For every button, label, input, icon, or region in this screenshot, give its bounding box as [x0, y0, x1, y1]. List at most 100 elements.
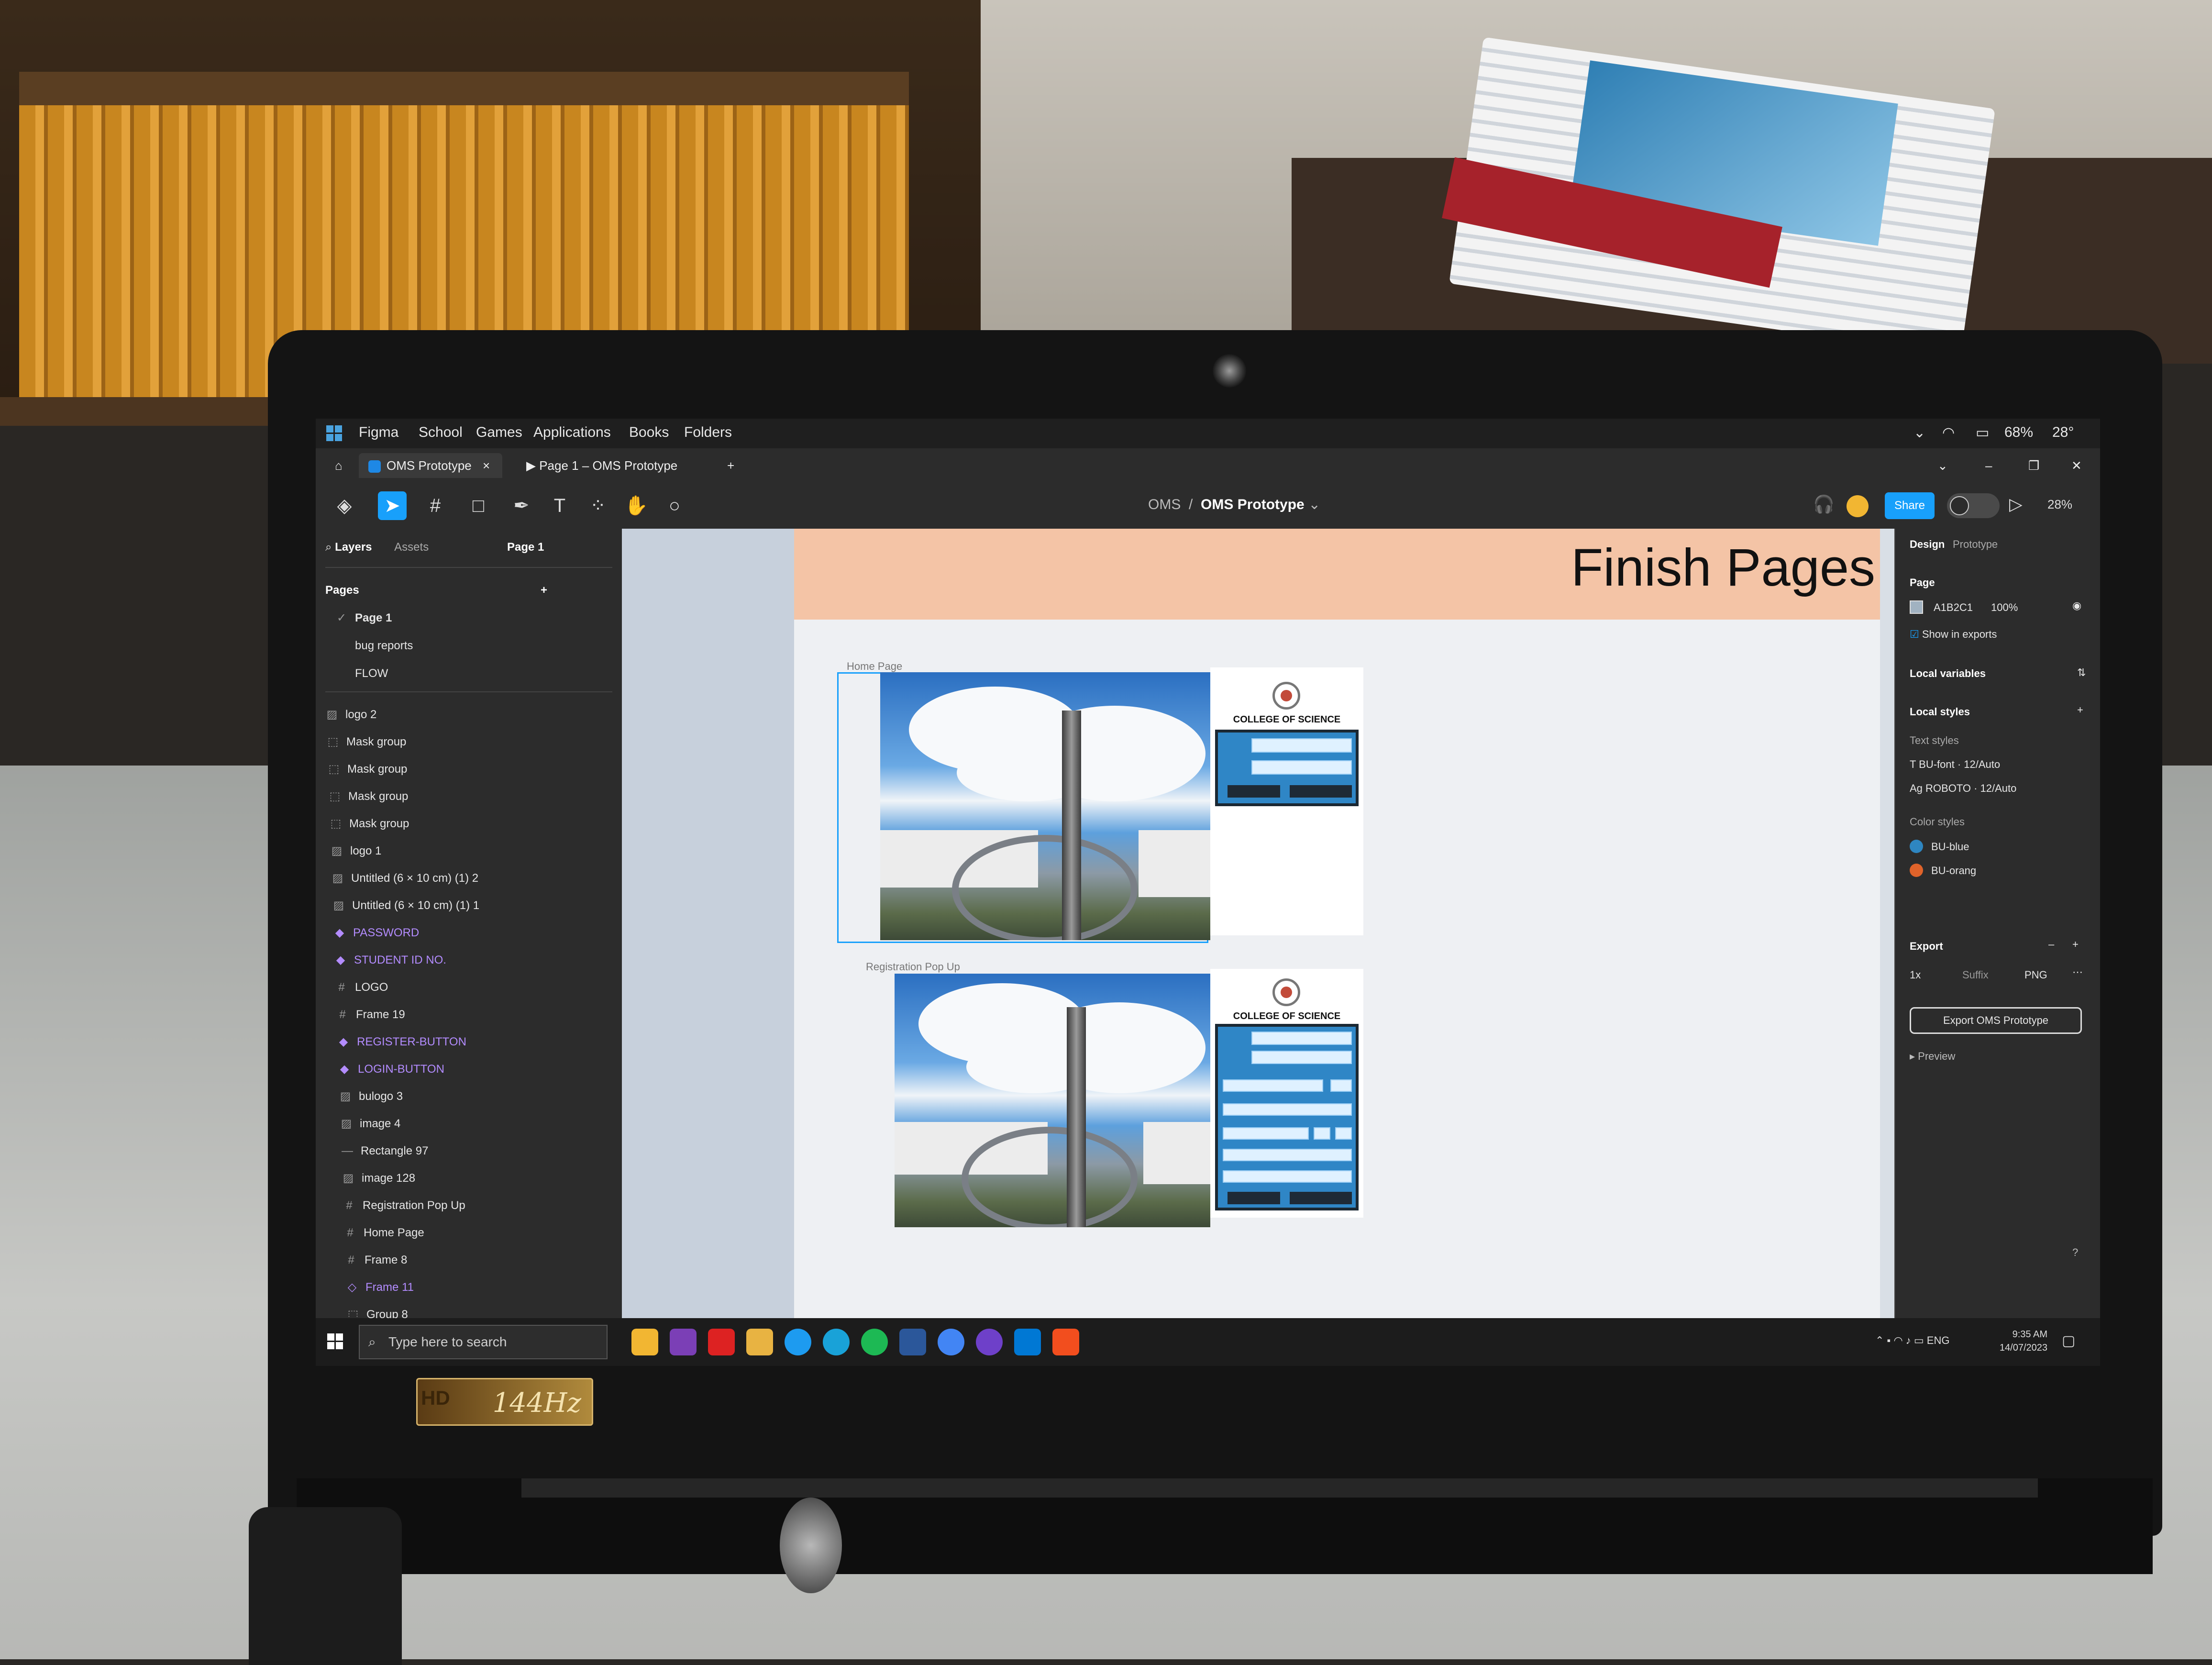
layer-item[interactable]: — Rectangle 97 — [316, 1137, 647, 1165]
add-style-icon[interactable]: + — [2077, 704, 2083, 716]
layer-item[interactable]: # Frame 19 — [316, 1001, 642, 1029]
layer-item[interactable]: ◆ REGISTER-BUTTON — [316, 1028, 643, 1056]
layer-item[interactable]: # LOGO — [316, 974, 641, 1001]
page-selector[interactable]: Page 1 — [507, 533, 544, 561]
figma-icon[interactable] — [1052, 1329, 1079, 1355]
layer-item[interactable]: ▨ logo 1 — [316, 837, 636, 865]
add-page-icon[interactable]: + — [541, 577, 547, 604]
layer-item[interactable]: ◆ LOGIN-BUTTON — [316, 1055, 644, 1083]
layer-item[interactable]: ▨ Untitled (6 × 10 cm) (1) 2 — [316, 865, 637, 892]
search-icon[interactable]: ⌕ — [325, 541, 335, 554]
text-style-item[interactable]: Ag ROBOTO · 12/Auto — [1910, 782, 2016, 795]
language-indicator[interactable]: ENG — [1927, 1334, 1950, 1346]
reg-field[interactable] — [1223, 1079, 1323, 1092]
layer-item[interactable]: # Registration Pop Up — [316, 1192, 649, 1220]
pen-tool-icon[interactable]: ✒ — [507, 491, 536, 520]
chrome-icon[interactable] — [938, 1329, 964, 1355]
word-icon[interactable] — [899, 1329, 926, 1355]
export-suffix-input[interactable]: Suffix — [1962, 969, 1989, 981]
register-button[interactable] — [1290, 785, 1352, 798]
windows-icon[interactable] — [326, 425, 343, 442]
chevron-down-icon[interactable]: ⌄ — [1308, 497, 1320, 512]
breadcrumb-project[interactable]: OMS — [1148, 497, 1181, 512]
variables-icon[interactable]: ⇅ — [2077, 666, 2086, 679]
color-style-item[interactable]: BU-orang — [1931, 865, 1976, 877]
frame-label-home[interactable]: Home Page — [847, 660, 902, 673]
twitter-icon[interactable] — [785, 1329, 811, 1355]
close-icon[interactable]: × — [483, 458, 490, 473]
text-tool-icon[interactable]: T — [545, 491, 574, 520]
menu-applications[interactable]: Applications — [533, 424, 611, 441]
frame-tool-icon[interactable]: # — [421, 491, 450, 520]
layer-item[interactable]: ◆ STUDENT ID NO. — [316, 946, 640, 974]
clock[interactable]: 9:35 AM 14/07/2023 — [2000, 1328, 2047, 1354]
layer-item[interactable]: # Home Page — [316, 1219, 650, 1247]
tab-prototype[interactable]: Prototype — [1953, 538, 1998, 551]
remove-export-icon[interactable]: – — [2048, 938, 2054, 951]
resources-icon[interactable]: ⁘ — [584, 491, 612, 520]
folder-icon[interactable] — [746, 1329, 773, 1355]
page-item-bug-reports[interactable]: bug reports — [316, 632, 661, 660]
layer-item[interactable]: ⬚ Mask group — [316, 755, 633, 783]
layer-item[interactable]: ▨ bulogo 3 — [316, 1083, 645, 1110]
page-color-hex[interactable]: A1B2C1 — [1934, 601, 1973, 614]
notifications-icon[interactable]: ▢ — [2062, 1332, 2075, 1349]
page-color-swatch[interactable] — [1910, 600, 1923, 614]
vscode-icon[interactable] — [1014, 1329, 1041, 1355]
layer-item[interactable]: # Frame 8 — [316, 1246, 651, 1274]
chevron-down-icon[interactable]: ⌄ — [1913, 424, 1925, 441]
layer-item[interactable]: ⬚ Mask group — [316, 783, 634, 810]
color-style-item[interactable]: BU-blue — [1931, 841, 1969, 853]
file-explorer-icon[interactable] — [631, 1329, 658, 1355]
reg-field[interactable] — [1330, 1079, 1352, 1092]
color-swatch-bu-orang[interactable] — [1910, 864, 1923, 877]
layer-item[interactable]: ▨ image 4 — [316, 1110, 646, 1138]
new-tab-icon[interactable]: + — [718, 453, 744, 478]
spotify-icon[interactable] — [861, 1329, 888, 1355]
page-item-page1[interactable]: ✓ Page 1 — [316, 604, 641, 632]
text-style-item[interactable]: T BU-font · 12/Auto — [1910, 758, 2000, 771]
reg-field[interactable] — [1314, 1127, 1330, 1140]
reg-field[interactable] — [1251, 1032, 1352, 1045]
canvas[interactable]: Finish Pages Home Page COLLEGE OF SCIENC… — [622, 529, 1894, 1318]
zoom-level[interactable]: 28% — [2047, 497, 2072, 512]
layer-item[interactable]: ◇ Frame 11 — [316, 1274, 652, 1301]
eye-icon[interactable]: ◉ — [2072, 599, 2081, 612]
more-icon[interactable]: ⋯ — [2072, 966, 2083, 978]
password-field[interactable] — [1251, 760, 1352, 775]
reg-field[interactable] — [1251, 1051, 1352, 1064]
breadcrumb-file[interactable]: OMS Prototype — [1201, 497, 1305, 512]
menu-folders[interactable]: Folders — [684, 424, 732, 441]
frame-label-registration[interactable]: Registration Pop Up — [866, 961, 960, 973]
hand-tool-icon[interactable]: ✋ — [622, 491, 651, 520]
page-item-flow[interactable]: FLOW — [316, 660, 661, 688]
reg-field[interactable] — [1223, 1170, 1352, 1183]
rectangle-tool-icon[interactable]: □ — [464, 491, 493, 520]
share-button[interactable]: Share — [1885, 492, 1935, 519]
comment-tool-icon[interactable]: ○ — [660, 491, 689, 520]
export-format-select[interactable]: PNG — [2024, 969, 2047, 981]
layer-item[interactable]: ◆ PASSWORD — [316, 919, 639, 947]
taskbar-search[interactable]: ⌕ Type here to search — [359, 1325, 608, 1359]
menu-school[interactable]: School — [419, 424, 463, 441]
help-icon[interactable]: ? — [2072, 1246, 2078, 1259]
page-opacity[interactable]: 100% — [1991, 601, 2018, 614]
layer-item[interactable]: ▨ logo 2 — [316, 701, 631, 729]
tab-assets[interactable]: Assets — [394, 541, 429, 554]
layer-item[interactable]: ▨ image 128 — [316, 1165, 648, 1192]
onenote-icon[interactable] — [670, 1329, 697, 1355]
main-menu-icon[interactable]: ◈ — [330, 491, 359, 520]
opera-icon[interactable] — [708, 1329, 735, 1355]
reg-field[interactable] — [1223, 1103, 1352, 1116]
reg-field[interactable] — [1223, 1127, 1309, 1140]
color-swatch-bu-blue[interactable] — [1910, 840, 1923, 853]
dev-mode-toggle[interactable] — [1947, 493, 2000, 518]
tab-layers[interactable]: Layers — [335, 541, 372, 554]
show-in-exports-checkbox[interactable]: ☑ Show in exports — [1910, 628, 1997, 641]
export-button[interactable]: Export OMS Prototype — [1910, 1007, 2082, 1034]
local-variables[interactable]: Local variables — [1910, 667, 1986, 680]
tab-page1[interactable]: ▶ Page 1 – OMS Prototype — [517, 453, 718, 478]
layer-item[interactable]: ▨ Untitled (6 × 10 cm) (1) 1 — [316, 892, 638, 920]
window-close-icon[interactable]: ✕ — [2062, 453, 2091, 478]
add-export-icon[interactable]: + — [2072, 938, 2079, 951]
